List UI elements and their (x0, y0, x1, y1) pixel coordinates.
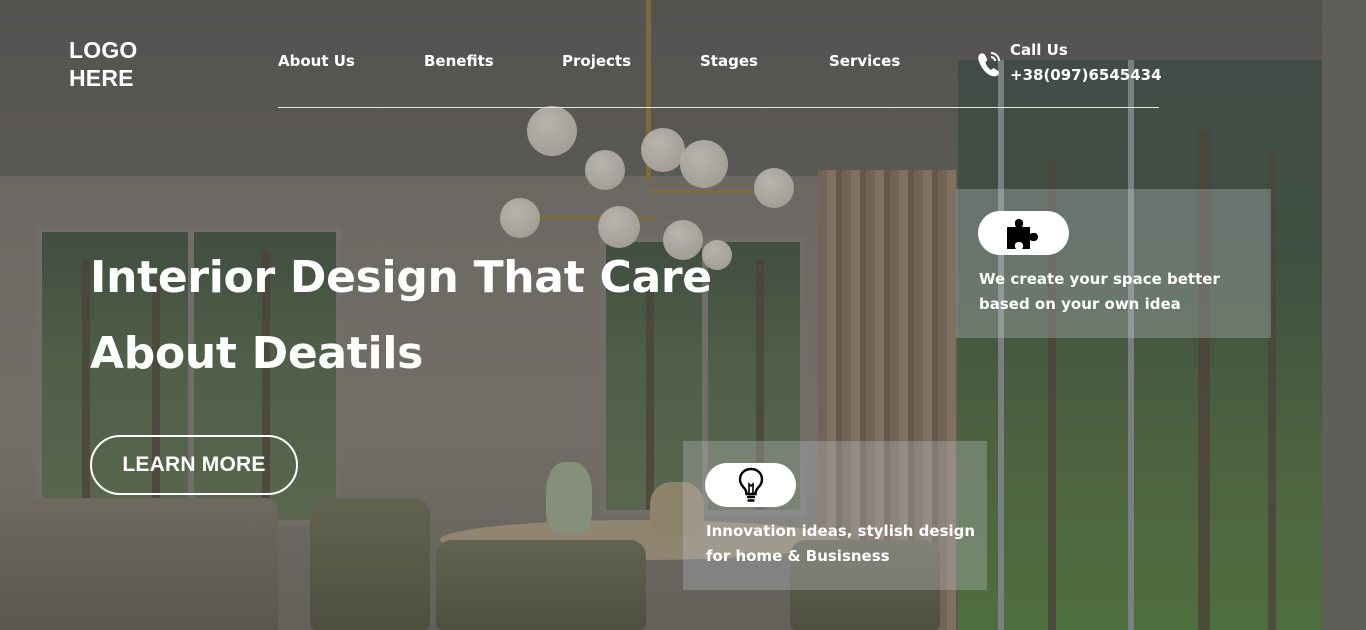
nav-link-about-us[interactable]: About Us (278, 52, 355, 70)
feature-icon-pill (705, 463, 796, 507)
nav-link-stages[interactable]: Stages (700, 52, 758, 70)
feature-text: We create your space better based on you… (979, 270, 1220, 313)
hero-title: Interior Design That Care About Deatils (90, 240, 790, 392)
main-nav: About Us Benefits Projects Stages Servic… (278, 52, 918, 76)
nav-link-projects[interactable]: Projects (562, 52, 631, 70)
hero-title-line-1: Interior Design That Care (90, 252, 712, 303)
hero-title-line-2: About Deatils (90, 328, 423, 379)
phone-number[interactable]: +38(097)6545434 (1010, 66, 1162, 84)
feature-card-innovation: Innovation ideas, stylish design for hom… (683, 441, 987, 590)
lightbulb-icon (738, 467, 763, 502)
site-logo[interactable]: LOGO HERE (69, 36, 138, 92)
learn-more-button[interactable]: LEARN MORE (90, 435, 298, 495)
feature-text: Innovation ideas, stylish design for hom… (706, 522, 976, 565)
nav-link-benefits[interactable]: Benefits (424, 52, 494, 70)
nav-link-services[interactable]: Services (829, 52, 900, 70)
puzzle-icon (1006, 219, 1038, 249)
header-divider (278, 107, 1159, 108)
phone-ringing-icon (976, 50, 1002, 78)
call-us-label: Call Us (1010, 41, 1068, 59)
feature-icon-pill (978, 211, 1069, 255)
feature-card-idea: We create your space better based on you… (956, 189, 1271, 338)
call-us-block[interactable]: Call Us +38(097)6545434 (976, 40, 1176, 88)
